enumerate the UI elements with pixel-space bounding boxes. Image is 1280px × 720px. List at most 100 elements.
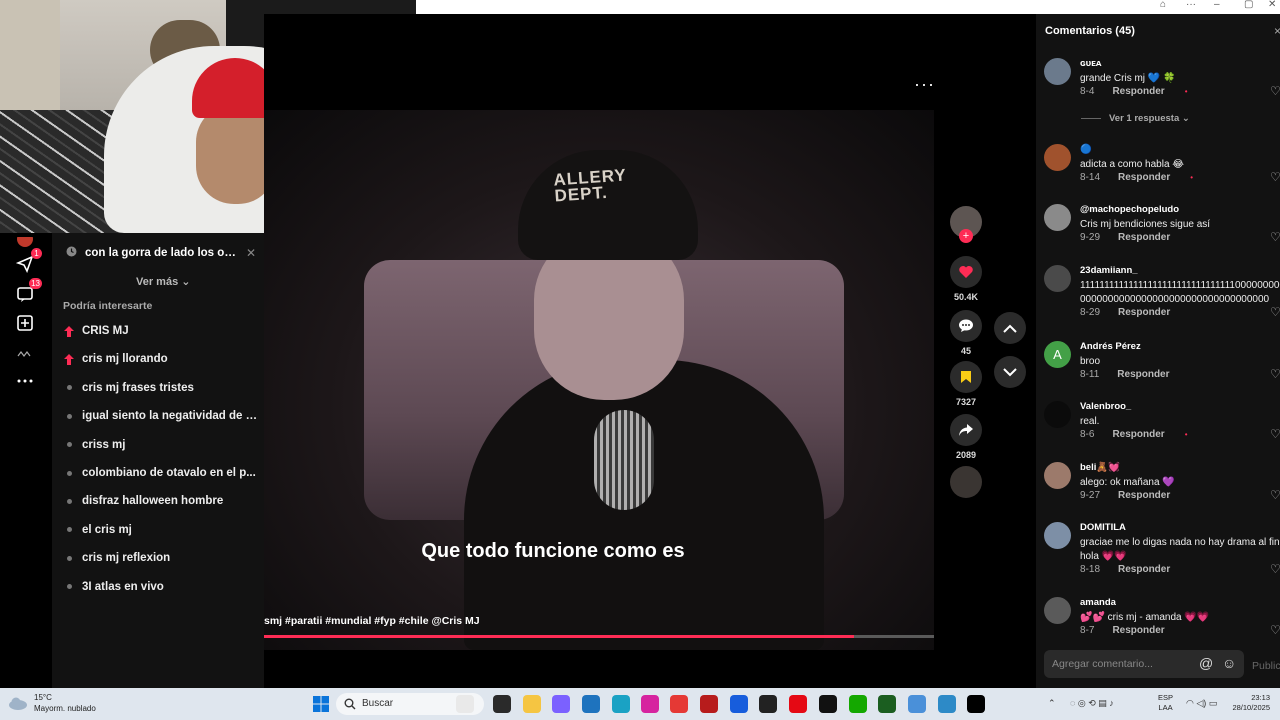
save-action[interactable]: 7327 — [950, 361, 982, 407]
reply-button[interactable]: Responder — [1118, 172, 1170, 183]
remove-recent-icon[interactable]: ✕ — [246, 246, 256, 260]
tray-chevron-icon[interactable]: ⌃ — [1048, 698, 1056, 709]
comment-avatar[interactable]: A — [1044, 341, 1071, 368]
bookmark-icon[interactable] — [950, 361, 982, 393]
reply-button[interactable]: Responder — [1118, 564, 1170, 575]
chrome-icon[interactable] — [670, 695, 688, 713]
comment-like-icon[interactable]: ♡ — [1270, 488, 1280, 502]
comment-username[interactable]: 23damiiann_ — [1080, 265, 1138, 276]
emoji-icon[interactable]: ☺ — [1222, 655, 1236, 671]
follow-plus-icon[interactable]: + — [959, 229, 973, 243]
edge-icon[interactable] — [612, 695, 630, 713]
share-arrow-icon[interactable] — [950, 414, 982, 446]
comment-like-icon[interactable]: ♡ — [1270, 305, 1280, 319]
taskbar-clock[interactable]: 23:13 28/10/2025 — [1226, 693, 1270, 713]
explorer-icon[interactable] — [456, 695, 474, 713]
suggestion-item[interactable]: cris mj reflexion — [64, 550, 260, 566]
live-icon[interactable] — [14, 343, 36, 365]
comment-like-icon[interactable]: ♡ — [1270, 427, 1280, 441]
video-player[interactable]: ALLERY DEPT. ··· Que todo funcione como … — [264, 14, 1036, 688]
comment-username[interactable]: DOMITILA — [1080, 522, 1126, 533]
suggestion-item[interactable]: cris mj llorando — [64, 351, 260, 367]
comment-avatar[interactable] — [1044, 58, 1071, 85]
reply-button[interactable]: Responder — [1118, 307, 1170, 318]
upwork-icon[interactable] — [819, 695, 837, 713]
suggestion-item[interactable]: colombiano de otavalo en el p... — [64, 465, 260, 481]
comment-avatar[interactable] — [1044, 401, 1071, 428]
see-more-link[interactable]: Ver más ⌄ — [136, 275, 190, 288]
more-options-icon[interactable] — [14, 370, 36, 392]
previous-video-button[interactable] — [994, 312, 1026, 344]
close-comments-icon[interactable]: × — [1274, 24, 1280, 38]
suggestion-item[interactable]: 3I atlas en vivo — [64, 579, 260, 595]
menu-icon[interactable]: ··· — [1186, 0, 1196, 10]
suggestion-item[interactable]: CRIS MJ — [64, 323, 260, 339]
share-action[interactable]: 2089 — [950, 414, 982, 460]
bitwarden-icon[interactable] — [730, 695, 748, 713]
video-progress-bar[interactable] — [264, 635, 934, 638]
view-replies-link[interactable]: Ver 1 respuesta ⌄ — [1081, 113, 1190, 124]
capcut-icon[interactable] — [759, 695, 777, 713]
comment-bubble-icon[interactable] — [950, 310, 982, 342]
comment-avatar[interactable] — [1044, 597, 1071, 624]
maximize-button[interactable]: ▢ — [1244, 0, 1253, 10]
upwork-green-icon[interactable] — [849, 695, 867, 713]
instagram-icon[interactable] — [641, 695, 659, 713]
comment-input[interactable]: Agregar comentario... @ ☺ — [1044, 650, 1244, 678]
publish-button[interactable]: Publicar — [1252, 660, 1280, 672]
comment-like-icon[interactable]: ♡ — [1270, 84, 1280, 98]
windows-start-icon[interactable] — [312, 695, 330, 713]
comment-username[interactable]: Valenbroo_ — [1080, 401, 1131, 412]
copilot-icon[interactable] — [552, 695, 570, 713]
app-red-icon[interactable] — [700, 695, 718, 713]
mention-icon[interactable]: @ — [1199, 655, 1213, 671]
comment-like-icon[interactable]: ♡ — [1270, 170, 1280, 184]
music-disc-icon[interactable] — [950, 466, 982, 498]
reply-button[interactable]: Responder — [1112, 625, 1164, 636]
suggestion-item[interactable]: cris mj frases tristes — [64, 380, 260, 396]
inbox-icon[interactable]: 13 — [14, 278, 42, 305]
comment-username[interactable]: ɢᴜᴇᴀ — [1080, 58, 1101, 69]
comment-avatar[interactable] — [1044, 462, 1071, 489]
like-action[interactable]: 50.4K — [950, 256, 982, 302]
comment-username[interactable]: beli🧸💓 — [1080, 462, 1120, 473]
comment-action[interactable]: 45 — [950, 310, 982, 356]
file-explorer-icon[interactable] — [523, 695, 541, 713]
comment-avatar[interactable] — [1044, 144, 1071, 171]
comment-username[interactable]: 🔵 — [1080, 144, 1092, 155]
app-green-icon[interactable] — [878, 695, 896, 713]
comment-like-icon[interactable]: ♡ — [1270, 623, 1280, 637]
language-indicator[interactable]: ESP LAA — [1158, 693, 1173, 713]
next-video-button[interactable] — [994, 356, 1026, 388]
suggestion-item[interactable]: criss mj — [64, 437, 260, 453]
weather-widget[interactable]: 15°C Mayorm. nublado — [8, 693, 128, 715]
recent-search-item[interactable]: con la gorra de lado los ojos... ✕ — [66, 245, 256, 261]
comment-avatar[interactable] — [1044, 522, 1071, 549]
netflix-icon[interactable] — [789, 695, 807, 713]
minimize-button[interactable]: – — [1214, 0, 1220, 10]
comment-avatar[interactable] — [1044, 265, 1071, 292]
comment-username[interactable]: amanda — [1080, 597, 1116, 608]
reply-button[interactable]: Responder — [1118, 232, 1170, 243]
reply-button[interactable]: Responder — [1112, 86, 1164, 97]
upload-icon[interactable] — [14, 312, 36, 334]
reply-button[interactable]: Responder — [1112, 429, 1164, 440]
messages-icon[interactable]: 1 — [14, 248, 42, 275]
heart-icon[interactable] — [950, 256, 982, 288]
edge-beta-icon[interactable] — [938, 695, 956, 713]
creator-avatar[interactable]: + — [950, 206, 982, 243]
network-volume-icons[interactable]: ◠ ◁) ▭ — [1186, 698, 1217, 709]
suggestion-item[interactable]: disfraz halloween hombre — [64, 493, 260, 509]
comment-username[interactable]: @machopechopeludo — [1080, 204, 1179, 215]
browser-icon[interactable] — [908, 695, 926, 713]
extension-icon[interactable]: ⌂ — [1160, 0, 1166, 10]
comment-avatar[interactable] — [1044, 204, 1071, 231]
reply-button[interactable]: Responder — [1117, 369, 1169, 380]
comment-like-icon[interactable]: ♡ — [1270, 367, 1280, 381]
video-hashtags[interactable]: smj #paratii #mundial #fyp #chile @Cris … — [264, 615, 480, 627]
close-window-button[interactable]: ✕ — [1268, 0, 1276, 10]
tiktok-icon[interactable] — [967, 695, 985, 713]
task-view-icon[interactable] — [493, 695, 511, 713]
comment-like-icon[interactable]: ♡ — [1270, 562, 1280, 576]
tray-apps-icon[interactable]: ◌ ◎ ⟲ ▤ ♪ — [1070, 698, 1114, 709]
